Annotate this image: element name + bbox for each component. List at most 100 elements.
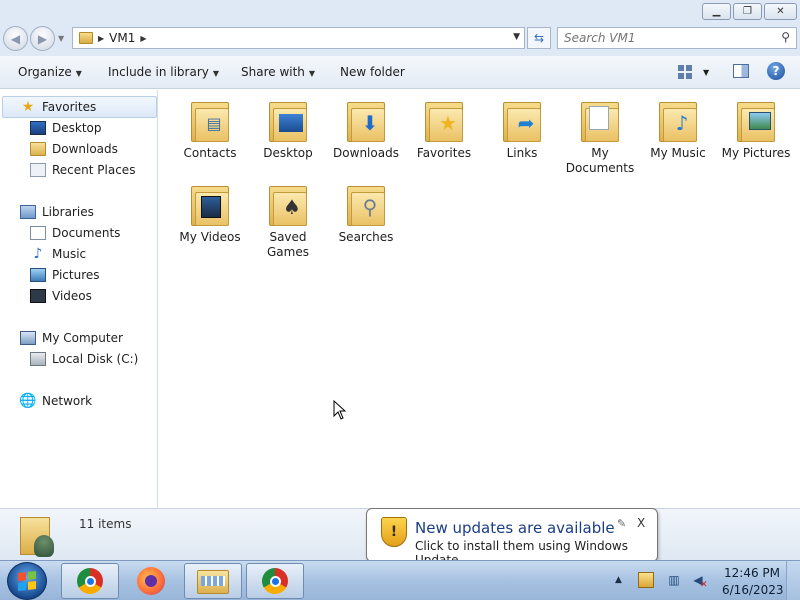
breadcrumb-arrow-icon[interactable]: ▶ (98, 34, 104, 43)
muted-icon: ✕ (700, 580, 708, 590)
folder-my-pictures[interactable]: My Pictures (717, 98, 795, 161)
desktop-icon (269, 98, 307, 142)
chrome-icon (77, 568, 103, 594)
taskbar-chrome[interactable] (246, 563, 304, 599)
share-with-button[interactable]: Share with ▼ (241, 65, 315, 79)
view-options-dropdown[interactable]: ▼ (703, 68, 709, 77)
search-box[interactable]: ⚲ (557, 27, 797, 49)
taskbar-explorer[interactable] (184, 563, 242, 599)
taskbar-firefox[interactable] (122, 563, 180, 599)
pictures-icon (30, 268, 46, 282)
close-icon: ✕ (776, 6, 785, 17)
shield-warning-icon: ! (381, 517, 407, 547)
notification-close-button[interactable]: X (637, 516, 645, 530)
music-icon: ♪ (33, 246, 43, 262)
music-icon: ♪ (659, 98, 697, 142)
windows-update-tray-icon[interactable] (638, 572, 654, 588)
item-count: 11 items (79, 517, 132, 531)
restore-icon: ❐ (743, 6, 752, 17)
folder-label: My Documents (565, 146, 635, 175)
close-button[interactable]: ✕ (764, 3, 797, 20)
breadcrumb-vm1[interactable]: VM1 (109, 31, 135, 45)
share-with-label: Share with (241, 65, 305, 79)
chevron-down-icon: ▼ (308, 69, 316, 78)
nav-documents-label: Documents (52, 226, 121, 240)
recent-pages-dropdown[interactable]: ▼ (58, 34, 64, 43)
folder-favorites[interactable]: ★ Favorites (405, 98, 483, 161)
minimize-button[interactable]: ▁ (702, 3, 731, 20)
forward-arrow-icon: ▶ (37, 31, 48, 46)
nav-downloads-label: Downloads (52, 142, 118, 156)
update-notification[interactable]: ! New updates are available Click to ins… (366, 508, 658, 567)
breadcrumb-arrow-icon[interactable]: ▶ (140, 34, 146, 43)
folder-label: Links (506, 146, 538, 160)
nav-recent-places[interactable]: Recent Places (30, 160, 135, 180)
pin-icon[interactable]: ✎ (617, 517, 626, 530)
taskbar-chrome-user[interactable] (61, 563, 119, 599)
nav-favorites[interactable]: ★ Favorites (20, 97, 97, 117)
new-folder-button[interactable]: New folder (340, 65, 405, 79)
nav-recent-places-label: Recent Places (52, 163, 136, 177)
back-button[interactable]: ◀ (3, 26, 28, 51)
maximize-button[interactable]: ❐ (733, 3, 762, 20)
show-desktop-button[interactable] (786, 561, 800, 600)
notification-title[interactable]: New updates are available (415, 519, 615, 537)
star-icon: ★ (21, 99, 35, 115)
address-dropdown-icon[interactable]: ▼ (513, 32, 520, 42)
folder-my-videos[interactable]: My Videos (171, 182, 249, 245)
organize-label: Organize (18, 65, 72, 79)
search-icon[interactable]: ⚲ (781, 30, 790, 44)
file-list: ▤ Contacts Desktop ⬇ Downloads ★ Favorit… (159, 90, 800, 508)
nav-network[interactable]: 🌐 Network (19, 391, 92, 411)
search-input[interactable] (564, 30, 764, 46)
nav-videos-label: Videos (52, 289, 92, 303)
nav-music[interactable]: ♪ Music (30, 244, 87, 264)
network-tray-icon[interactable]: ▥ (666, 572, 682, 588)
preview-pane-icon[interactable] (733, 64, 749, 78)
nav-my-computer[interactable]: My Computer (20, 328, 123, 348)
folder-label: Contacts (183, 146, 237, 160)
folder-label: Favorites (416, 146, 472, 160)
chevron-down-icon: ▼ (75, 69, 82, 78)
searches-icon: ⚲ (347, 182, 385, 226)
folder-downloads[interactable]: ⬇ Downloads (327, 98, 405, 161)
nav-videos[interactable]: Videos (30, 286, 92, 306)
folder-saved-games[interactable]: ♠ Saved Games (249, 182, 327, 260)
change-view-icon[interactable] (678, 65, 692, 79)
videos-icon (191, 182, 229, 226)
downloads-folder-icon (30, 142, 46, 156)
folder-contacts[interactable]: ▤ Contacts (171, 98, 249, 161)
include-in-library-button[interactable]: Include in library ▼ (108, 65, 219, 79)
clock-time[interactable]: 12:46 PM (724, 566, 780, 580)
nav-libraries[interactable]: Libraries (20, 202, 94, 222)
folder-desktop[interactable]: Desktop (249, 98, 327, 161)
refresh-button[interactable]: ⇆ (527, 27, 551, 49)
network-icon: 🌐 (19, 393, 37, 409)
refresh-icon: ⇆ (533, 31, 545, 45)
folder-my-music[interactable]: ♪ My Music (639, 98, 717, 161)
include-in-library-label: Include in library (108, 65, 209, 79)
contacts-icon: ▤ (191, 98, 229, 142)
user-folder-icon (20, 513, 56, 557)
help-icon[interactable]: ? (767, 62, 785, 80)
address-bar[interactable]: ▶ VM1 ▶ ▼ (72, 27, 525, 49)
forward-button[interactable]: ▶ (30, 26, 55, 51)
nav-local-disk[interactable]: Local Disk (C:) (30, 349, 138, 369)
chrome-icon (262, 568, 288, 594)
show-hidden-icons-button[interactable]: ▲ (615, 575, 622, 585)
nav-pictures[interactable]: Pictures (30, 265, 100, 285)
nav-downloads[interactable]: Downloads (30, 139, 118, 159)
libraries-icon (20, 205, 36, 219)
nav-pictures-label: Pictures (52, 268, 100, 282)
folder-links[interactable]: ➦ Links (483, 98, 561, 161)
organize-button[interactable]: Organize ▼ (18, 65, 82, 79)
firefox-icon (137, 567, 165, 595)
nav-desktop[interactable]: Desktop (30, 118, 102, 138)
start-button[interactable] (7, 562, 47, 600)
chevron-down-icon: ▼ (212, 69, 220, 78)
folder-searches[interactable]: ⚲ Searches (327, 182, 405, 245)
folder-my-documents[interactable]: My Documents (561, 98, 639, 176)
clock-date[interactable]: 6/16/2023 (722, 583, 784, 597)
nav-favorites-label: Favorites (42, 100, 97, 114)
nav-documents[interactable]: Documents (30, 223, 120, 243)
